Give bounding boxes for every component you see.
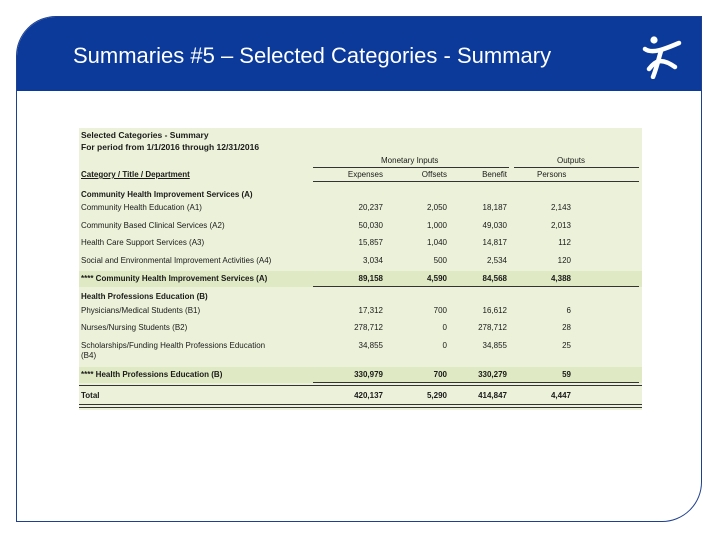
header-underline bbox=[313, 181, 639, 182]
row-expenses: 15,857 bbox=[358, 238, 383, 247]
row-persons: 25 bbox=[562, 341, 571, 350]
subtotal-underline bbox=[313, 286, 639, 287]
slide-frame: Summaries #5 – Selected Categories - Sum… bbox=[16, 16, 702, 522]
row-benefit: 14,817 bbox=[482, 238, 507, 247]
row-expenses: 17,312 bbox=[358, 306, 383, 315]
slide-title: Summaries #5 – Selected Categories - Sum… bbox=[73, 43, 552, 68]
subtotal-expenses: 89,158 bbox=[358, 274, 383, 283]
row-label: Scholarships/Funding Health Professions … bbox=[81, 341, 266, 350]
total-rule-bottom-double bbox=[79, 407, 642, 408]
total-label: Total bbox=[81, 391, 100, 400]
row-benefit: 278,712 bbox=[478, 323, 507, 332]
row-offsets: 700 bbox=[433, 306, 447, 315]
subtotal-persons: 59 bbox=[562, 370, 571, 379]
col-persons-header: Persons bbox=[537, 170, 567, 179]
group-underline-monetary bbox=[313, 167, 509, 168]
row-benefit: 18,187 bbox=[482, 203, 507, 212]
cbisa-figure-logo-icon bbox=[642, 36, 682, 79]
row-persons: 6 bbox=[566, 306, 571, 315]
row-expenses: 20,237 bbox=[358, 203, 383, 212]
row-expenses: 34,855 bbox=[358, 341, 383, 350]
subtotal-persons: 4,388 bbox=[550, 274, 571, 283]
row-label: Physicians/Medical Students (B1) bbox=[81, 306, 201, 315]
total-offsets: 5,290 bbox=[426, 391, 447, 400]
subtotal-label: **** Health Professions Education (B) bbox=[81, 370, 223, 379]
row-offsets: 0 bbox=[442, 341, 447, 350]
subtotal-offsets: 4,590 bbox=[426, 274, 447, 283]
row-label: Social and Environmental Improvement Act… bbox=[81, 256, 272, 265]
row-persons: 120 bbox=[557, 256, 571, 265]
row-label: Health Care Support Services (A3) bbox=[81, 238, 205, 247]
subtotal-underline bbox=[313, 382, 639, 383]
section-label: Health Professions Education (B) bbox=[81, 292, 208, 301]
group-monetary-inputs: Monetary Inputs bbox=[381, 156, 439, 165]
summary-report: Selected Categories - Summary For period… bbox=[79, 128, 642, 410]
section-label: Community Health Improvement Services (A… bbox=[81, 190, 253, 199]
total-rule-top bbox=[79, 385, 642, 386]
subtotal-offsets: 700 bbox=[433, 370, 447, 379]
group-underline-outputs bbox=[514, 167, 639, 168]
group-outputs: Outputs bbox=[557, 156, 586, 165]
subtotal-expenses: 330,979 bbox=[354, 370, 383, 379]
total-persons: 4,447 bbox=[550, 391, 571, 400]
col-benefit-header: Benefit bbox=[482, 170, 507, 179]
row-expenses: 278,712 bbox=[354, 323, 383, 332]
report-heading: Selected Categories - Summary bbox=[81, 130, 209, 140]
row-expenses: 50,030 bbox=[358, 221, 383, 230]
subtotal-benefit: 330,279 bbox=[478, 370, 507, 379]
report-period: For period from 1/1/2016 through 12/31/2… bbox=[81, 142, 260, 152]
col-category-header: Category / Title / Department bbox=[81, 170, 190, 179]
row-offsets: 1,000 bbox=[426, 221, 447, 230]
row-persons: 112 bbox=[558, 238, 571, 247]
row-label: Community Health Education (A1) bbox=[81, 203, 202, 212]
row-offsets: 1,040 bbox=[426, 238, 447, 247]
row-offsets: 0 bbox=[442, 323, 447, 332]
row-benefit: 49,030 bbox=[482, 221, 507, 230]
slide-header: Summaries #5 – Selected Categories - Sum… bbox=[17, 17, 701, 91]
row-benefit: 34,855 bbox=[482, 341, 507, 350]
row-persons: 2,013 bbox=[550, 221, 571, 230]
row-persons: 2,143 bbox=[550, 203, 571, 212]
total-rule-bottom bbox=[79, 404, 642, 405]
col-expenses-header: Expenses bbox=[347, 170, 383, 179]
row-benefit: 16,612 bbox=[482, 306, 507, 315]
row-label: Nurses/Nursing Students (B2) bbox=[81, 323, 188, 332]
row-label-continued: (B4) bbox=[81, 351, 97, 360]
row-label: Community Based Clinical Services (A2) bbox=[81, 221, 225, 230]
row-offsets: 500 bbox=[433, 256, 447, 265]
row-benefit: 2,534 bbox=[486, 256, 507, 265]
subtotal-benefit: 84,568 bbox=[482, 274, 507, 283]
row-expenses: 3,034 bbox=[362, 256, 383, 265]
col-offsets-header: Offsets bbox=[421, 170, 447, 179]
subtotal-label: **** Community Health Improvement Servic… bbox=[81, 274, 268, 283]
row-persons: 28 bbox=[562, 323, 571, 332]
total-expenses: 420,137 bbox=[354, 391, 383, 400]
row-offsets: 2,050 bbox=[426, 203, 447, 212]
total-benefit: 414,847 bbox=[478, 391, 507, 400]
